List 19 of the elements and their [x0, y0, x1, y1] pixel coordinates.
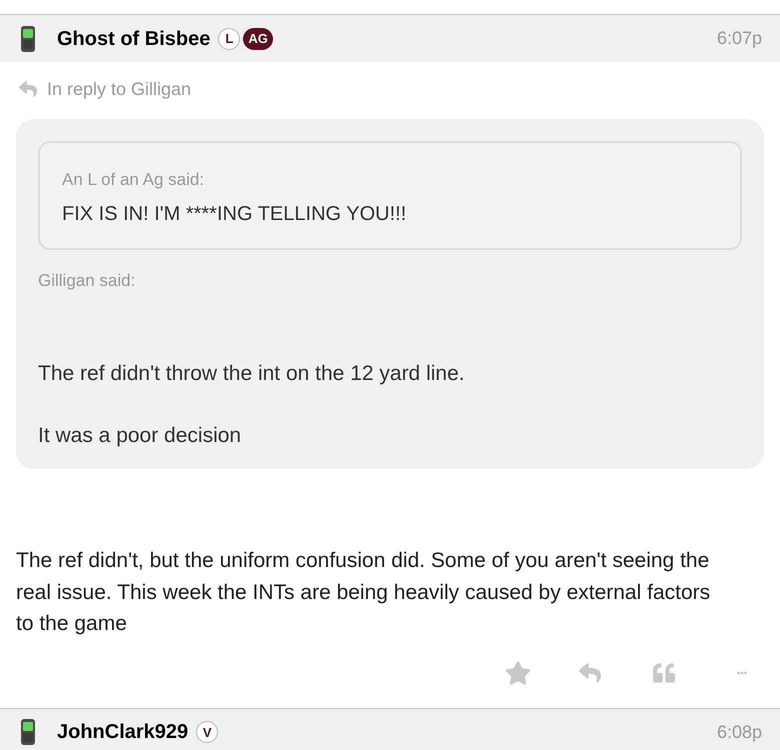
post-time: 6:07p — [716, 27, 762, 50]
quote-text: FIX IS IN! I'M ****ING TELLING YOU!!! — [62, 202, 408, 226]
reply-icon — [17, 80, 39, 98]
reply-icon — [576, 662, 604, 684]
mobile-phone-icon — [20, 26, 36, 52]
post-body: The ref didn't, but the uniform confusion did. Some of you aren't seeing the real issue. This week the INTs are being heavily caused by external factors to the game — [16, 548, 712, 637]
mobile-phone-icon — [20, 719, 36, 745]
member-badge: L — [218, 28, 240, 50]
star-icon — [505, 660, 531, 684]
member-badge: AG — [243, 28, 273, 50]
author-name[interactable]: JohnClark929 — [57, 717, 188, 747]
member-badge: V — [196, 721, 218, 743]
quote-attribution: Gilligan said: — [38, 270, 136, 292]
post-time: 6:08p — [716, 720, 762, 744]
quote-attribution: An L of an Ag said: — [62, 169, 206, 191]
quote-paragraph: It was a poor decision — [38, 423, 242, 449]
quote-icon — [651, 662, 677, 684]
quote-paragraph: The ref didn't throw the int on the 12 yard line. — [38, 361, 466, 387]
author-name[interactable]: Ghost of Bisbee — [57, 24, 210, 54]
